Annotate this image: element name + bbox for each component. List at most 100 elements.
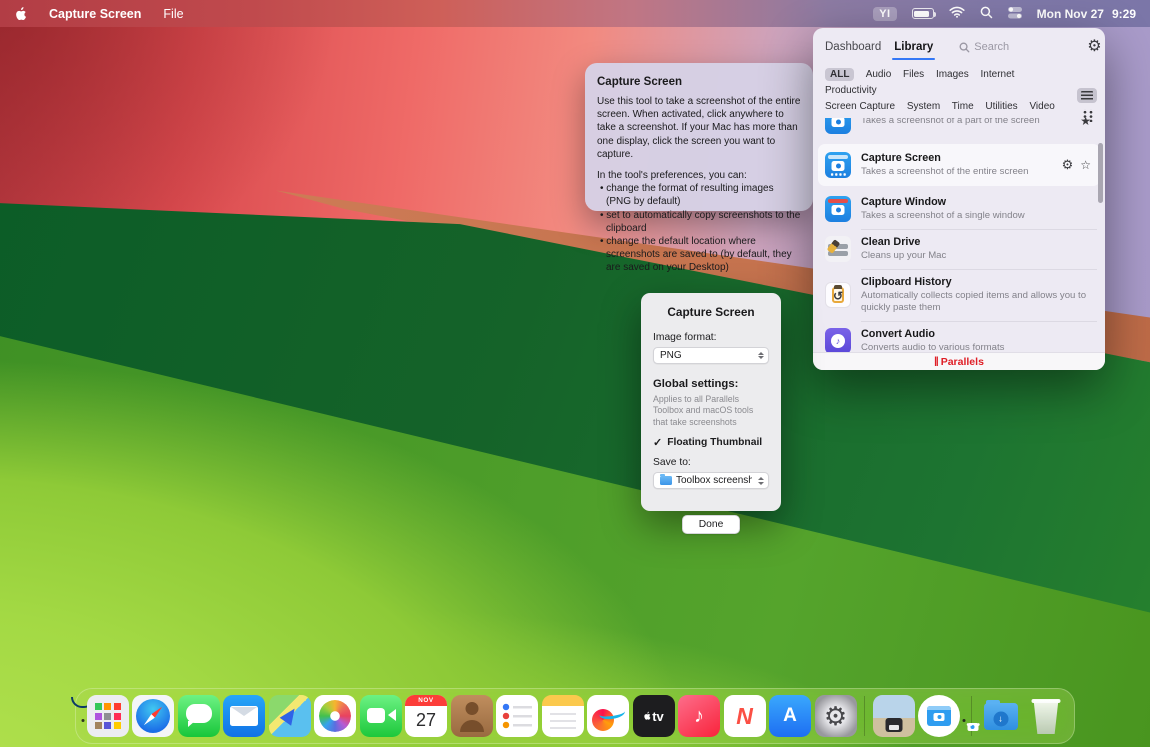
category-internet[interactable]: Internet (981, 69, 1015, 80)
dock: NOV27 tv ♪ N A ⚙ ↓ (75, 688, 1075, 744)
menubar-time: 9:29 (1112, 7, 1136, 21)
parallels-logo-bars: || (934, 356, 938, 367)
dock-divider (864, 696, 865, 736)
popover-prefs-intro: In the tool's preferences, you can: (597, 169, 801, 182)
list-view-button[interactable] (1077, 88, 1097, 103)
dock-maps-icon[interactable] (269, 695, 311, 737)
parallels-toolbox-window: Dashboard Library ⚙ ALL Audio Files Imag… (813, 28, 1105, 370)
dock-calendar-icon[interactable]: NOV27 (405, 695, 447, 737)
tool-list-item-convert-audio[interactable]: ♪ Convert Audio Converts audio to variou… (813, 321, 1105, 352)
wifi-icon[interactable] (949, 6, 965, 21)
dock-fitness-icon[interactable] (587, 695, 629, 737)
menubar-date: Mon Nov 27 (1037, 7, 1104, 21)
favorite-star-outline-icon[interactable]: ☆ (1080, 158, 1091, 172)
tool-description: Cleans up your Mac (861, 250, 1091, 262)
image-format-label: Image format: (653, 332, 769, 343)
apple-menu-icon[interactable] (14, 6, 27, 22)
stepper-icon (756, 477, 765, 485)
tool-description: Converts audio to various formats (861, 342, 1091, 352)
image-format-value: PNG (660, 350, 752, 361)
tool-list-item-capture-window[interactable]: Capture Window Takes a screenshot of a s… (813, 189, 1105, 229)
search-input[interactable] (974, 41, 1074, 53)
tool-title: Capture Screen (861, 152, 1052, 164)
toolbox-footer: || Parallels (813, 352, 1105, 370)
checkmark-icon: ✓ (653, 436, 662, 449)
desktop: Capture Screen File YI (0, 0, 1150, 747)
dock-music-icon[interactable]: ♪ (678, 695, 720, 737)
popover-bullet: • set to automatically copy screenshots … (597, 209, 801, 235)
category-files[interactable]: Files (903, 69, 924, 80)
stepper-icon (756, 352, 765, 360)
tab-dashboard[interactable]: Dashboard (825, 41, 881, 53)
tool-settings-gear-icon[interactable]: ⚙ (1062, 157, 1074, 173)
tool-list-item-clipboard-history[interactable]: ↺ Clipboard History Automatically collec… (813, 269, 1105, 321)
folder-icon (660, 476, 672, 485)
dock-system-settings-icon[interactable]: ⚙ (815, 695, 857, 737)
category-filter: ALL Audio Files Images Internet Producti… (813, 57, 1105, 122)
spotlight-search-icon[interactable] (980, 6, 993, 22)
image-format-select[interactable]: PNG (653, 347, 769, 364)
save-to-value: Toolbox screenshot... (676, 475, 752, 486)
capture-screen-dialog: Capture Screen Image format: PNG Global … (641, 293, 781, 511)
dock-capture-area-icon[interactable] (918, 695, 960, 737)
done-button[interactable]: Done (682, 515, 740, 534)
dock-appletv-icon[interactable]: tv (633, 695, 675, 737)
floating-thumbnail-checkbox[interactable]: ✓ Floating Thumbnail (653, 436, 769, 449)
dock-launchpad-icon[interactable] (87, 695, 129, 737)
category-system[interactable]: System (907, 101, 940, 112)
category-audio[interactable]: Audio (866, 69, 892, 80)
category-images[interactable]: Images (936, 69, 969, 80)
dock-preview-document-icon[interactable] (873, 695, 915, 737)
tool-description: Takes a screenshot of a single window (861, 210, 1091, 222)
popover-bullet: • change the format of resulting images … (597, 182, 801, 208)
tool-list-item-partial[interactable]: Takes a screenshot of a part of the scre… (813, 118, 1105, 141)
dock-photos-icon[interactable] (314, 695, 356, 737)
menubar-clock[interactable]: Mon Nov 27 9:29 (1037, 7, 1136, 21)
save-to-label: Save to: (653, 457, 769, 468)
dock-reminders-icon[interactable] (496, 695, 538, 737)
favorite-star-icon[interactable]: ★ (1080, 118, 1091, 128)
menu-bar: Capture Screen File YI (0, 0, 1150, 27)
dock-facetime-icon[interactable] (360, 695, 402, 737)
category-time[interactable]: Time (952, 101, 974, 112)
running-indicator (962, 719, 965, 722)
dock-news-icon[interactable]: N (724, 695, 766, 737)
control-center-icon[interactable] (1008, 6, 1022, 22)
popover-bullet: • change the default location where scre… (597, 235, 801, 275)
category-utilities[interactable]: Utilities (985, 101, 1017, 112)
category-all[interactable]: ALL (825, 68, 854, 81)
tool-title: Clean Drive (861, 236, 1091, 248)
list-view-icon (1081, 91, 1093, 101)
toolbox-header: Dashboard Library ⚙ (813, 28, 1105, 57)
dock-contacts-icon[interactable] (451, 695, 493, 737)
toolbox-settings-gear-icon[interactable]: ⚙ (1087, 39, 1101, 55)
tool-description-popover: Capture Screen Use this tool to take a s… (585, 63, 813, 211)
battery-icon[interactable] (912, 8, 934, 19)
menu-app-name[interactable]: Capture Screen (49, 7, 141, 21)
capture-screen-icon (825, 152, 851, 178)
tool-description: Takes a screenshot of a part of the scre… (861, 118, 1070, 127)
dialog-title: Capture Screen (653, 305, 769, 319)
scrollbar-thumb[interactable] (1098, 143, 1103, 203)
floating-thumbnail-label: Floating Thumbnail (667, 437, 762, 448)
dock-mail-icon[interactable] (223, 695, 265, 737)
dock-trash-icon[interactable] (1025, 695, 1067, 737)
category-screen-capture[interactable]: Screen Capture (825, 101, 895, 112)
toolbox-search[interactable] (959, 41, 1074, 53)
dock-messages-icon[interactable] (178, 695, 220, 737)
dock-downloads-folder-icon[interactable]: ↓ (980, 695, 1022, 737)
popover-body: Use this tool to take a screenshot of th… (597, 95, 801, 161)
toolbox-menubar-badge[interactable]: YI (873, 7, 896, 21)
dock-safari-icon[interactable] (132, 695, 174, 737)
global-settings-note: Applies to all Parallels Toolbox and mac… (653, 394, 769, 428)
tool-list-item-capture-screen[interactable]: Capture Screen Takes a screenshot of the… (818, 144, 1100, 186)
tool-description: Automatically collects copied items and … (861, 290, 1091, 314)
tool-list-item-clean-drive[interactable]: Clean Drive Cleans up your Mac (813, 229, 1105, 269)
dock-appstore-icon[interactable]: A (769, 695, 811, 737)
save-to-select[interactable]: Toolbox screenshot... (653, 472, 769, 489)
menu-file[interactable]: File (163, 7, 183, 21)
category-video[interactable]: Video (1029, 101, 1054, 112)
dock-notes-icon[interactable] (542, 695, 584, 737)
category-productivity[interactable]: Productivity (825, 85, 877, 96)
tab-library[interactable]: Library (894, 41, 933, 53)
